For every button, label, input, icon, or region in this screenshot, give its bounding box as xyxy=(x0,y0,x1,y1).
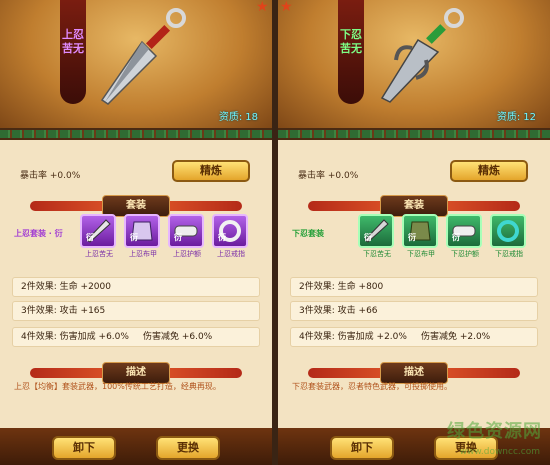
equipment-panel-left: 上忍苦无 ★ 资质:18 暴击率 +0.0% 精炼 套装 上忍套装 · 衍 衍 xyxy=(0,0,272,465)
set-piece[interactable]: 下忍戒指 xyxy=(490,214,528,259)
kunai-icon xyxy=(380,8,464,103)
rope-divider xyxy=(278,128,550,140)
set-pieces: 衍 下忍苦无 衍 下忍布甲 衍 下忍护额 下忍戒指 xyxy=(358,214,538,274)
set-piece[interactable]: 衍 上忍布甲 xyxy=(124,214,162,259)
weapon-hero-area: 下忍苦无 ★ 资质: 12 xyxy=(278,0,550,130)
set-piece[interactable]: 衍 下忍布甲 xyxy=(402,214,440,259)
set-piece-label: 上忍布甲 xyxy=(129,250,157,258)
weapon-name-banner: 上忍苦无 xyxy=(60,0,86,104)
star-icon: ★ xyxy=(280,0,293,15)
set-piece-label: 上忍苦无 xyxy=(85,250,113,258)
unequip-button[interactable]: 卸下 xyxy=(330,436,394,460)
kunai-icon: 衍 xyxy=(358,214,394,248)
set-effect-4: 4件效果: 伤害加成 +2.0% 伤害减免 +2.0% xyxy=(290,327,538,347)
refine-button[interactable]: 精炼 xyxy=(172,160,250,182)
set-effect-3: 3件效果: 攻击 +165 xyxy=(12,301,260,321)
headband-icon: 衍 xyxy=(446,214,482,248)
set-piece-label: 下忍布甲 xyxy=(407,250,435,258)
set-piece[interactable]: 衍 上忍护额 xyxy=(168,214,206,259)
site-watermark: 绿色资源网 xyxy=(447,421,542,442)
set-name: 上忍套装 · 衍 xyxy=(14,229,63,238)
set-name: 下忍套装 xyxy=(292,229,324,238)
set-piece[interactable]: 衍 下忍护额 xyxy=(446,214,484,259)
aptitude-stat: 资质: 18 xyxy=(218,112,258,123)
set-piece[interactable]: 衍 上忍苦无 xyxy=(80,214,118,259)
set-piece[interactable]: 衍 下忍苦无 xyxy=(358,214,396,259)
site-watermark-url: www.downcc.com xyxy=(459,447,540,457)
aptitude-stat: 资质: 12 xyxy=(496,112,536,123)
crit-rate: 暴击率 +0.0% xyxy=(20,171,81,181)
set-effect-4: 4件效果: 伤害加成 +6.0% 伤害减免 +6.0% xyxy=(12,327,260,347)
refine-button[interactable]: 精炼 xyxy=(450,160,528,182)
details-content: 暴击率 +0.0% 精炼 套装 上忍套装 · 衍 衍 上忍苦无 衍 上忍布甲 衍… xyxy=(0,140,272,465)
set-piece-label: 下忍苦无 xyxy=(363,250,391,258)
headband-icon: 衍 xyxy=(168,214,204,248)
weapon-hero-area: 上忍苦无 ★ 资质: 18 xyxy=(0,0,272,130)
set-effect-2: 2件效果: 生命 +2000 xyxy=(12,277,260,297)
weapon-name-banner: 下忍苦无 xyxy=(338,0,364,104)
set-piece-label: 下忍戒指 xyxy=(495,250,523,258)
ring-icon: 衍 xyxy=(212,214,248,248)
set-effect-2: 2件效果: 生命 +800 xyxy=(290,277,538,297)
item-description: 上忍【均衡】套装武器，100%传统工艺打造，经典再现。 xyxy=(14,382,221,391)
set-effect-3: 3件效果: 攻击 +66 xyxy=(290,301,538,321)
set-piece-label: 下忍护额 xyxy=(451,250,479,258)
weapon-name: 下忍苦无 xyxy=(340,28,362,55)
armor-icon: 衍 xyxy=(402,214,438,248)
set-pieces: 衍 上忍苦无 衍 上忍布甲 衍 上忍护额 衍 上忍戒指 xyxy=(80,214,260,274)
armor-icon: 衍 xyxy=(124,214,160,248)
unequip-button[interactable]: 卸下 xyxy=(52,436,116,460)
set-piece-label: 上忍护额 xyxy=(173,250,201,258)
weapon-name: 上忍苦无 xyxy=(62,28,84,55)
action-bar: 卸下 更换 xyxy=(0,428,272,465)
crit-rate: 暴击率 +0.0% xyxy=(298,171,359,181)
kunai-icon xyxy=(100,8,186,105)
swap-button[interactable]: 更换 xyxy=(156,436,220,460)
set-piece[interactable]: 衍 上忍戒指 xyxy=(212,214,250,259)
set-piece-label: 上忍戒指 xyxy=(217,250,245,258)
kunai-icon: 衍 xyxy=(80,214,116,248)
ring-icon xyxy=(490,214,526,248)
star-icon: ★ xyxy=(256,0,269,15)
rope-divider xyxy=(0,128,272,140)
equipment-panel-right: 下忍苦无 ★ 资质: 12 暴击率 +0.0% 精炼 套装 下忍套装 衍 下忍苦… xyxy=(278,0,550,465)
item-description: 下忍套装武器，忍者特色武器，可投掷使用。 xyxy=(292,382,452,391)
